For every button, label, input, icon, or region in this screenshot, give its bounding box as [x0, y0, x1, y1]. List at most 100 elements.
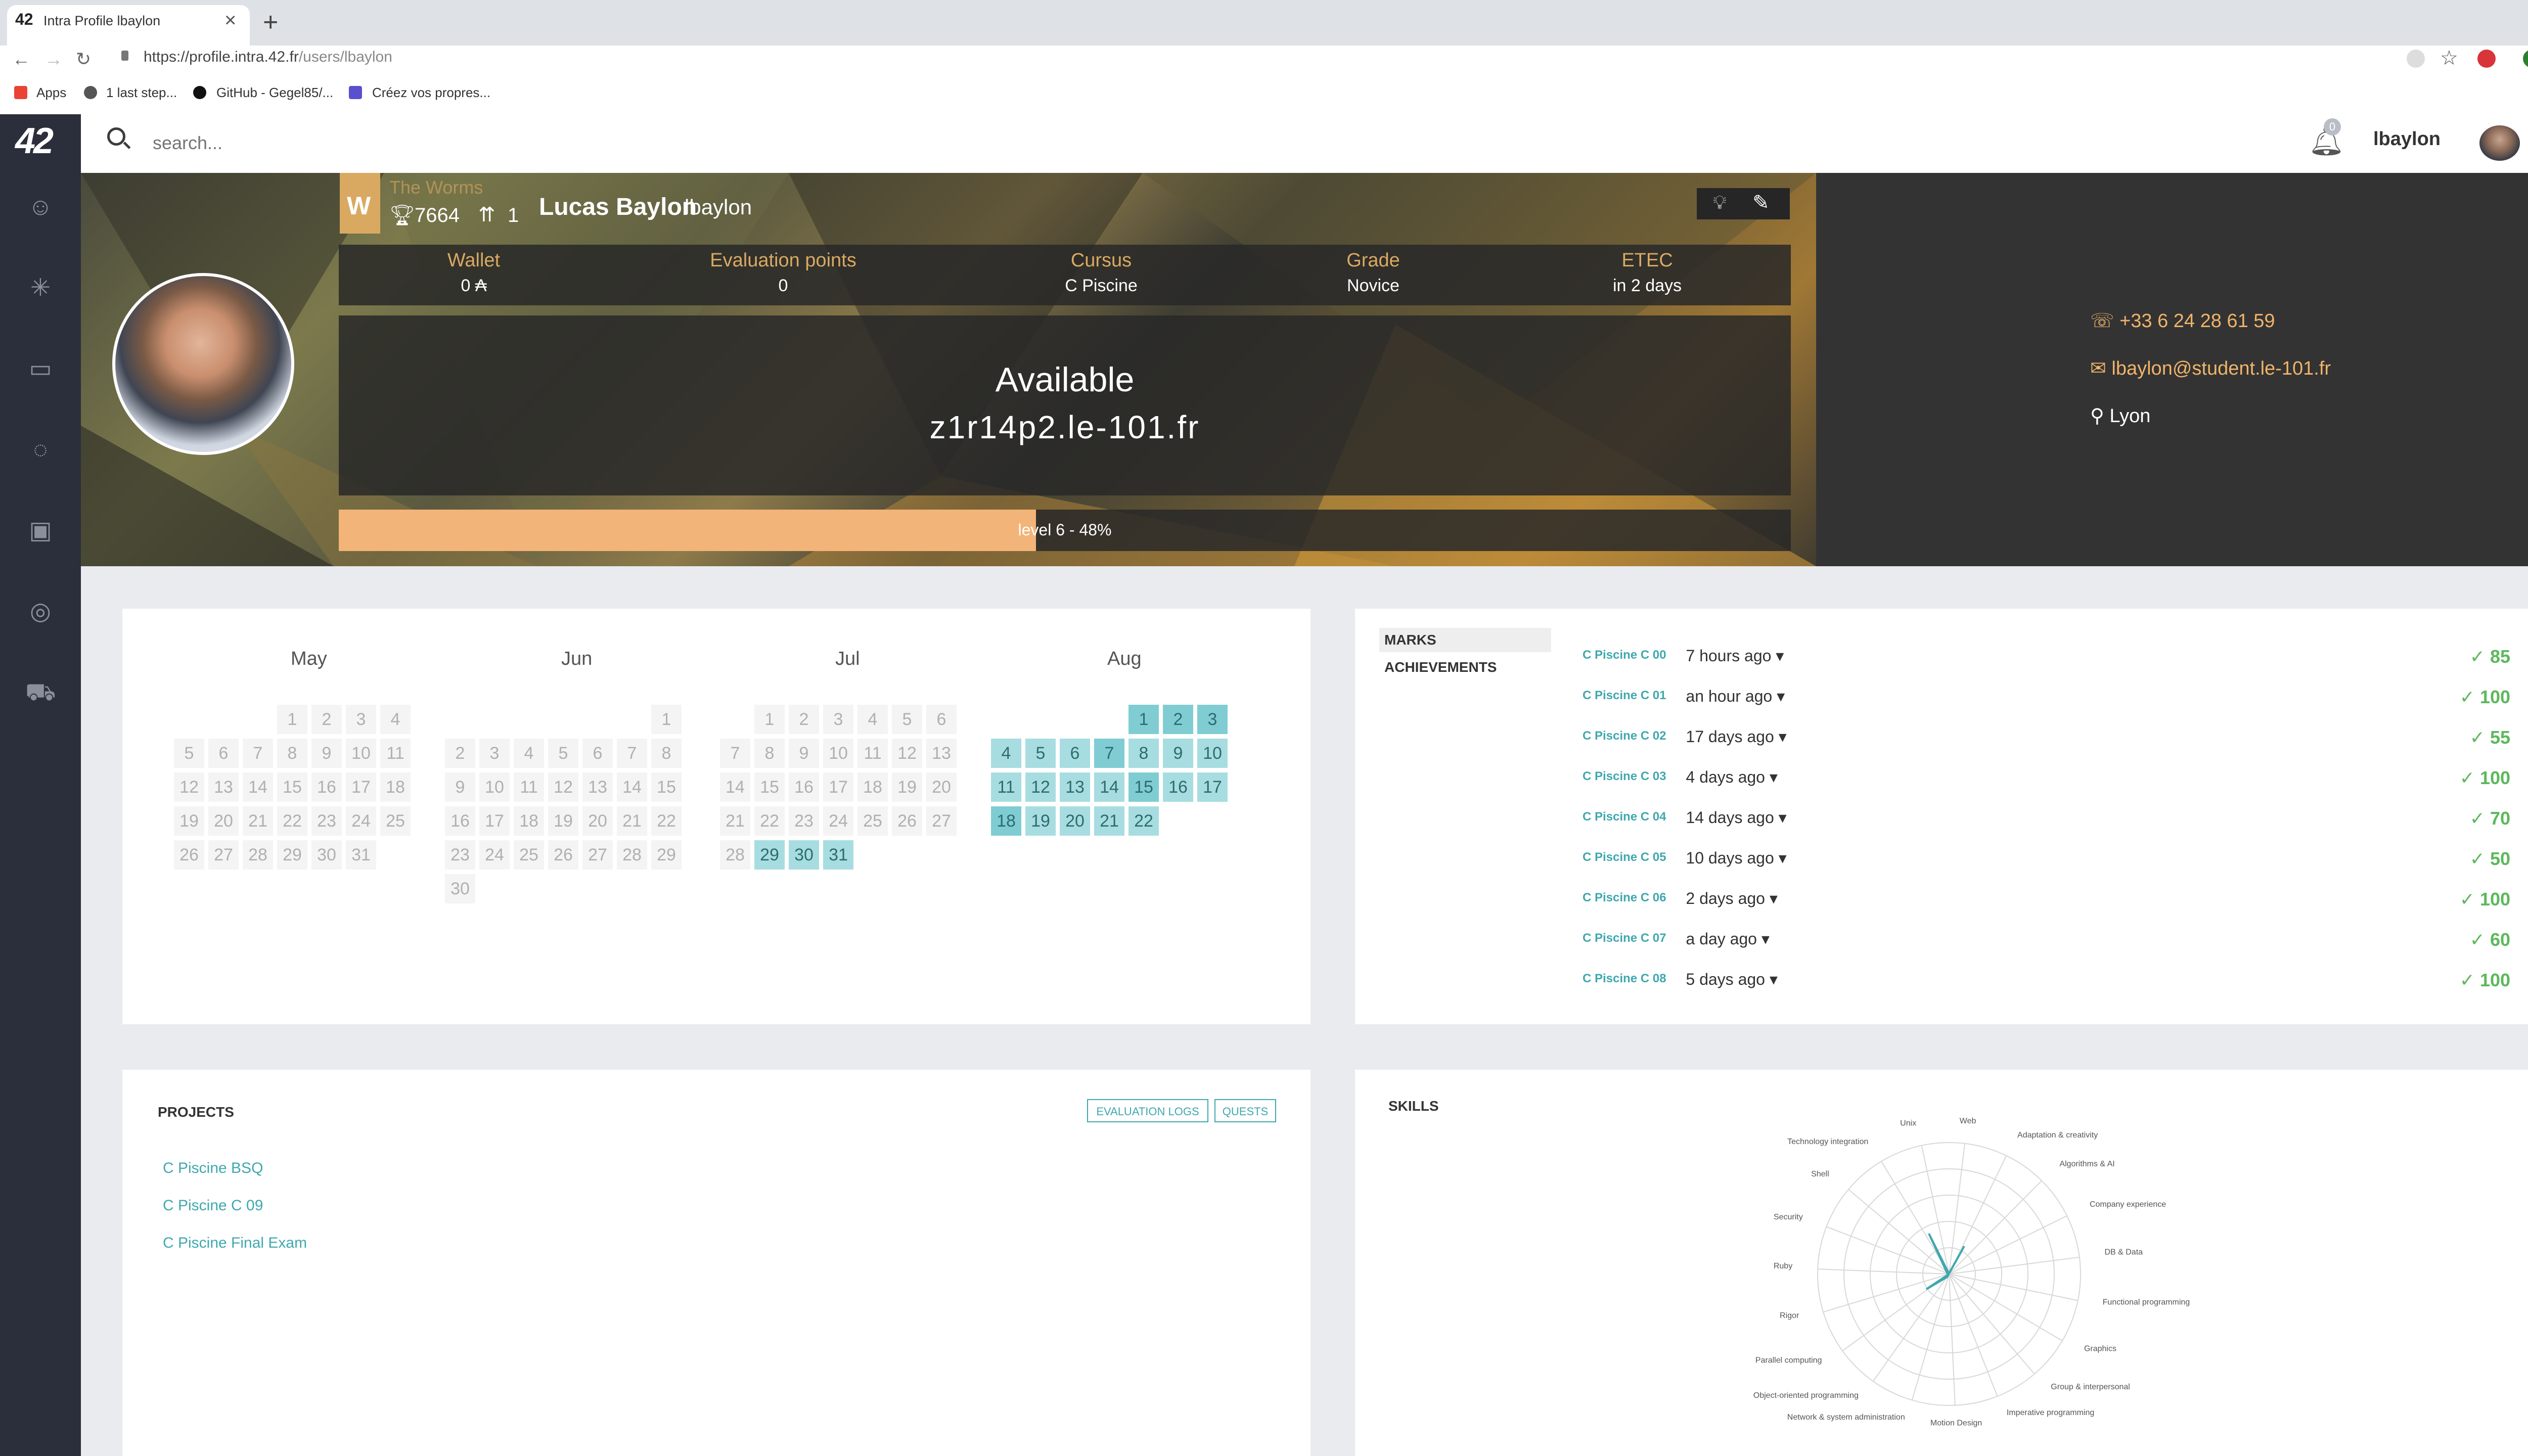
- calendar-day[interactable]: 9: [445, 772, 475, 802]
- calendar-day[interactable]: 12: [892, 739, 922, 768]
- calendar-day[interactable]: 17: [346, 772, 376, 802]
- calendar-day[interactable]: 8: [277, 739, 307, 768]
- calendar-day[interactable]: 12: [548, 772, 578, 802]
- calendar-day[interactable]: 11: [991, 772, 1021, 802]
- user-avatar[interactable]: [2479, 125, 2520, 161]
- calendar-day[interactable]: 22: [277, 806, 307, 836]
- bookmark-apps[interactable]: Apps: [36, 85, 66, 101]
- calendar-day[interactable]: 21: [720, 806, 750, 836]
- calendar-day[interactable]: 14: [617, 772, 647, 802]
- calendar-day[interactable]: 6: [208, 739, 239, 768]
- calendar-day[interactable]: 31: [346, 840, 376, 870]
- calendar-day[interactable]: 5: [174, 739, 204, 768]
- calendar-day[interactable]: 8: [1128, 739, 1159, 768]
- calendar-day[interactable]: 30: [789, 840, 819, 870]
- calendar-day[interactable]: 12: [174, 772, 204, 802]
- calendar-day[interactable]: 10: [1197, 739, 1228, 768]
- calendar-day[interactable]: 21: [617, 806, 647, 836]
- calendar-day[interactable]: 29: [754, 840, 785, 870]
- calendar-day[interactable]: 20: [208, 806, 239, 836]
- calendar-day[interactable]: 2: [1163, 705, 1193, 734]
- calendar-day[interactable]: 30: [445, 874, 475, 903]
- calendar-day[interactable]: 27: [208, 840, 239, 870]
- stat-cursus-value[interactable]: C Piscine: [975, 276, 1228, 296]
- mark-project-link[interactable]: C Piscine C 08: [1583, 972, 1666, 986]
- calendar-day[interactable]: 7: [1094, 739, 1124, 768]
- mark-time-dropdown[interactable]: a day ago ▾: [1686, 929, 1770, 948]
- mark-time-dropdown[interactable]: 10 days ago ▾: [1686, 848, 1786, 868]
- mark-time-dropdown[interactable]: 17 days ago ▾: [1686, 727, 1786, 746]
- calendar-day[interactable]: 15: [651, 772, 682, 802]
- forward-icon[interactable]: →: [44, 49, 63, 70]
- calendar-day[interactable]: 1: [1128, 705, 1159, 734]
- lightbulb-icon[interactable]: 💡︎: [1713, 192, 1727, 214]
- calendar-day[interactable]: 7: [720, 739, 750, 768]
- calendar-day[interactable]: 4: [380, 705, 411, 734]
- calendar-day[interactable]: 29: [651, 840, 682, 870]
- new-tab-icon[interactable]: +: [263, 7, 278, 37]
- calendar-day[interactable]: 9: [311, 739, 342, 768]
- calendar-day[interactable]: 5: [548, 739, 578, 768]
- calendar-day[interactable]: 24: [346, 806, 376, 836]
- search-input[interactable]: [152, 127, 760, 159]
- calendar-day[interactable]: 23: [311, 806, 342, 836]
- calendar-day[interactable]: 27: [926, 806, 957, 836]
- calendar-day[interactable]: 17: [1197, 772, 1228, 802]
- calendar-day[interactable]: 16: [789, 772, 819, 802]
- calendar-day[interactable]: 23: [789, 806, 819, 836]
- bookmark-github[interactable]: GitHub - Gegel85/...: [216, 85, 333, 101]
- calendar-day[interactable]: 23: [445, 840, 475, 870]
- calendar-day[interactable]: 27: [582, 840, 613, 870]
- calendar-day[interactable]: 14: [1094, 772, 1124, 802]
- calendar-day[interactable]: 4: [514, 739, 544, 768]
- calendar-day[interactable]: 12: [1025, 772, 1056, 802]
- calendar-day[interactable]: 18: [857, 772, 888, 802]
- calendar-day[interactable]: 25: [514, 840, 544, 870]
- calendar-day[interactable]: 28: [243, 840, 273, 870]
- calendar-day[interactable]: 28: [617, 840, 647, 870]
- calendar-day[interactable]: 14: [243, 772, 273, 802]
- address-bar[interactable]: https://profile.intra.42.fr/users/lbaylo…: [144, 49, 392, 66]
- mark-time-dropdown[interactable]: an hour ago ▾: [1686, 687, 1785, 706]
- briefcase-nav-icon[interactable]: ▣: [25, 516, 56, 546]
- logo-42[interactable]: 42: [15, 120, 54, 162]
- calendar-day[interactable]: 21: [243, 806, 273, 836]
- calendar-day[interactable]: 6: [926, 705, 957, 734]
- edit-pencil-icon[interactable]: ✎: [1752, 191, 1770, 214]
- calendar-day[interactable]: 22: [754, 806, 785, 836]
- mark-time-dropdown[interactable]: 2 days ago ▾: [1686, 889, 1778, 908]
- mark-time-dropdown[interactable]: 14 days ago ▾: [1686, 808, 1786, 827]
- back-icon[interactable]: ←: [12, 49, 30, 70]
- mark-time-dropdown[interactable]: 4 days ago ▾: [1686, 767, 1778, 787]
- calendar-day[interactable]: 13: [582, 772, 613, 802]
- mark-project-link[interactable]: C Piscine C 02: [1583, 729, 1666, 743]
- calendar-day[interactable]: 16: [1163, 772, 1193, 802]
- calendar-day[interactable]: 8: [754, 739, 785, 768]
- calendar-day[interactable]: 28: [720, 840, 750, 870]
- calendar-day[interactable]: 21: [1094, 806, 1124, 836]
- calendar-day[interactable]: 15: [1128, 772, 1159, 802]
- calendar-day[interactable]: 10: [479, 772, 510, 802]
- star-icon[interactable]: ☆: [2440, 47, 2458, 70]
- calendar-day[interactable]: 7: [617, 739, 647, 768]
- calendar-day[interactable]: 5: [892, 705, 922, 734]
- mark-project-link[interactable]: C Piscine C 04: [1583, 810, 1666, 824]
- calendar-day[interactable]: 2: [445, 739, 475, 768]
- calendar-day[interactable]: 11: [514, 772, 544, 802]
- calendar-day[interactable]: 18: [514, 806, 544, 836]
- calendar-day[interactable]: 2: [311, 705, 342, 734]
- calendar-day[interactable]: 14: [720, 772, 750, 802]
- calendar-day[interactable]: 1: [277, 705, 307, 734]
- cart-nav-icon[interactable]: ⛟: [25, 677, 56, 708]
- project-link[interactable]: C Piscine C 09: [163, 1197, 263, 1214]
- calendar-day[interactable]: 19: [1025, 806, 1056, 836]
- current-user-login[interactable]: lbaylon: [2373, 128, 2441, 150]
- calendar-day[interactable]: 31: [823, 840, 853, 870]
- calendar-day[interactable]: 11: [380, 739, 411, 768]
- profile-nav-icon[interactable]: ☺: [25, 192, 56, 222]
- email-contact[interactable]: ✉ lbaylon@student.le-101.fr: [2090, 357, 2331, 380]
- calendar-day[interactable]: 30: [311, 840, 342, 870]
- calendar-day[interactable]: 26: [892, 806, 922, 836]
- calendar-day[interactable]: 17: [823, 772, 853, 802]
- calendar-day[interactable]: 13: [208, 772, 239, 802]
